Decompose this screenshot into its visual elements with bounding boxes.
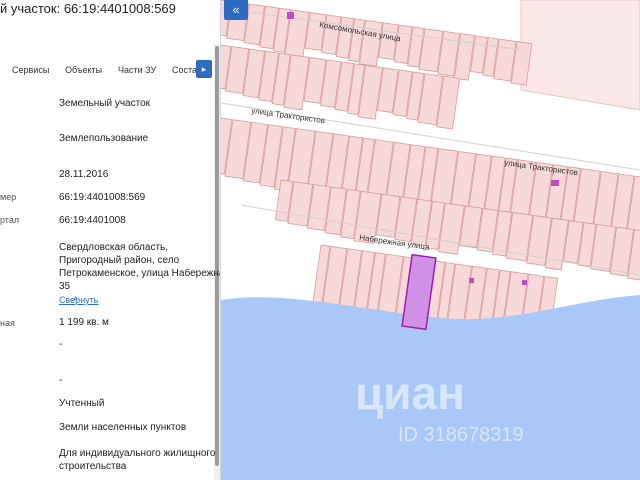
cadastral-quarter-label: ртал [0, 215, 20, 225]
registration-date-value: 28.11.2016 [59, 169, 109, 180]
object-type-value: Земельный участок [59, 98, 151, 109]
watermark-id: ID 318678319 [398, 424, 524, 446]
address-line-3: Петрокаменское, улица Набережная, [59, 268, 221, 279]
address-line-2: Пригородный район, село [59, 255, 180, 266]
cadastral-number-label: мер [0, 192, 17, 202]
tab-services[interactable]: Сервисы [12, 65, 49, 75]
permitted-use-line-2: строительства [59, 461, 127, 472]
collapse-panel-button[interactable]: « [224, 0, 248, 20]
land-category-value: Земли населенных пунктов [59, 422, 187, 433]
cadastral-number-value: 66:19:4401008:569 [59, 192, 146, 203]
object-kind-value: Землепользование [59, 133, 149, 144]
chevron-right-icon: ▸ [201, 64, 207, 74]
parcel-marker-3 [469, 278, 474, 283]
tab-bar: Сервисы Объекты Части ЗУ Соста ▸ [0, 60, 220, 80]
permitted-use-line-1: Для индивидуального жилищного [59, 448, 216, 459]
tab-plot-parts[interactable]: Части ЗУ [118, 65, 156, 75]
scrollbar-thumb[interactable] [215, 46, 219, 466]
cadastral-quarter-value: 66:19:4401008 [59, 215, 126, 226]
area-value: 1 199 кв. м [59, 317, 109, 328]
info-panel: й участок: 66:19:4401008:569 Сервисы Объ… [0, 0, 221, 480]
tab-objects[interactable]: Объекты [65, 65, 102, 75]
empty-value-1: - [59, 339, 63, 350]
area-label: ная [0, 318, 15, 328]
watermark-brand: циан [355, 367, 465, 419]
empty-value-2: - [59, 375, 63, 386]
page-title: й участок: 66:19:4401008:569 [0, 1, 176, 16]
status-value: Учтенный [59, 398, 105, 409]
parcel-marker-2 [551, 180, 559, 186]
address-line-4: 35 [59, 281, 71, 292]
tab-composition[interactable]: Соста [172, 65, 197, 75]
collapse-address-link[interactable]: Свернуть [59, 295, 98, 305]
tabs-next-button[interactable]: ▸ [196, 60, 212, 78]
parcel-marker-1 [287, 12, 294, 19]
address-line-1: Свердловская область, [59, 242, 169, 253]
parcel-marker-4 [522, 280, 527, 285]
chevron-up-icon[interactable]: ˄ [73, 294, 78, 304]
double-chevron-left-icon: « [232, 2, 240, 17]
